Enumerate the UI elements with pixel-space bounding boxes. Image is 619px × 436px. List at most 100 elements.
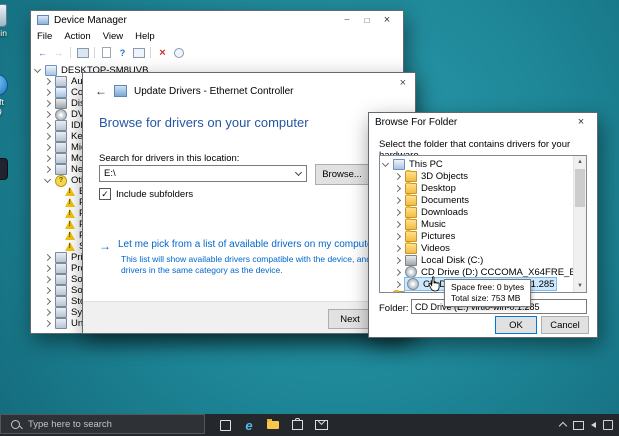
browse-for-folder-titlebar[interactable]: Browse For Folder (369, 113, 597, 131)
usb-icon (55, 318, 67, 329)
store-icon (292, 420, 303, 430)
dialog-title: Update Drivers - Ethernet Controller (134, 86, 294, 97)
desktop-icon-recycle-bin[interactable]: e-Bin (0, 4, 20, 39)
forward-icon[interactable] (52, 47, 65, 59)
task-view-icon (220, 420, 231, 431)
combobox-dropdown-button[interactable] (290, 166, 306, 181)
app-shortcut-icon (0, 74, 8, 96)
search-icon (11, 420, 20, 429)
storage-icon (55, 296, 67, 307)
tree-item[interactable]: Pictures (380, 230, 586, 242)
cancel-button[interactable]: Cancel (541, 316, 589, 334)
taskbar-search[interactable]: Type here to search (0, 414, 205, 434)
menu-view[interactable]: View (97, 31, 129, 42)
tree-item[interactable]: Downloads (380, 206, 586, 218)
display-icon[interactable] (573, 421, 584, 430)
driver-wizard-icon (114, 85, 127, 97)
scan-hardware-icon[interactable] (174, 48, 184, 58)
console-window-icon[interactable] (77, 48, 89, 58)
keyboard-icon (55, 131, 67, 142)
mail-icon (315, 420, 328, 430)
driver-path-value: E:\ (104, 168, 116, 179)
close-button[interactable] (377, 12, 397, 28)
warning-icon (65, 231, 75, 240)
folder-icon (405, 243, 417, 254)
wizard-heading: Browse for drivers on your computer (99, 115, 309, 130)
action-center-icon[interactable] (603, 420, 613, 430)
tree-item[interactable]: Desktop (380, 182, 586, 194)
mail-button[interactable] (309, 414, 333, 436)
back-icon[interactable] (36, 47, 49, 59)
close-button[interactable] (571, 114, 591, 130)
menu-help[interactable]: Help (129, 31, 161, 42)
folder-icon (405, 219, 417, 230)
next-button[interactable]: Next (328, 309, 372, 329)
audio-icon (55, 76, 67, 87)
desktop-icon-dark-app[interactable] (0, 158, 20, 182)
device-manager-titlebar[interactable]: Device Manager (31, 11, 403, 29)
task-view-button[interactable] (213, 414, 237, 436)
tooltip-total-size: Total size: 753 MB (451, 293, 524, 304)
search-placeholder: Type here to search (28, 419, 112, 430)
tree-item[interactable]: Documents (380, 194, 586, 206)
include-subfolders-checkbox[interactable] (99, 188, 111, 200)
warning-icon (65, 209, 75, 218)
tree-item[interactable]: 3D Objects (380, 170, 586, 182)
tree-item[interactable]: Local Disk (C:) (380, 254, 586, 266)
help-icon[interactable] (116, 47, 129, 59)
file-explorer-icon (267, 421, 279, 429)
dark-app-icon (0, 158, 8, 180)
minimize-button[interactable] (337, 12, 357, 28)
chevron-down-icon (294, 169, 301, 176)
scroll-down-icon[interactable]: ▼ (574, 280, 586, 292)
file-explorer-button[interactable] (261, 414, 285, 436)
close-icon[interactable]: × (400, 78, 406, 89)
ok-button[interactable]: OK (495, 316, 537, 334)
scroll-up-icon[interactable]: ▲ (574, 156, 586, 168)
folder-tree: This PC 3D Objects Desktop Documents Dow… (379, 155, 587, 293)
recycle-bin-icon (0, 4, 7, 27)
toolbar (31, 44, 403, 62)
document-icon[interactable] (102, 47, 111, 58)
libraries-icon (393, 291, 405, 294)
toolbar-separator (94, 47, 95, 58)
update-drivers-header: Update Drivers - Ethernet Controller (95, 82, 294, 100)
tree-item[interactable]: Videos (380, 242, 586, 254)
driver-path-combobox[interactable]: E:\ (99, 165, 307, 182)
software-icon (55, 274, 67, 285)
maximize-button[interactable] (357, 12, 377, 28)
local-disk-icon (405, 255, 417, 266)
store-button[interactable] (285, 414, 309, 436)
unknown-device-icon (55, 175, 67, 187)
menu-action[interactable]: Action (58, 31, 96, 42)
tree-scrollbar[interactable]: ▲ ▼ (573, 156, 586, 292)
menu-file[interactable]: File (31, 31, 58, 42)
folder-icon (405, 171, 417, 182)
ide-icon (55, 120, 67, 131)
pick-from-list-description: This list will show available drivers co… (121, 254, 409, 277)
tree-item[interactable]: Music (380, 218, 586, 230)
tree-item[interactable]: This PC (380, 158, 586, 170)
cd-drive-icon (407, 278, 419, 290)
uninstall-icon[interactable] (156, 47, 169, 59)
computer-icon (55, 87, 67, 98)
folder-icon (405, 183, 417, 194)
cd-icon (55, 109, 67, 121)
volume-icon[interactable] (591, 422, 596, 428)
chevron-up-icon[interactable] (559, 422, 567, 430)
system-tray (560, 414, 613, 436)
monitor-icon (55, 153, 67, 164)
pick-from-list-link[interactable]: Let me pick from a list of available dri… (99, 237, 376, 255)
back-button[interactable] (95, 82, 107, 100)
monitor-icon[interactable] (133, 48, 145, 58)
desktop-icon-shortcut[interactable]: soft 19 (0, 74, 20, 118)
mouse-icon (55, 142, 67, 153)
update-drivers-dialog: × Update Drivers - Ethernet Controller B… (82, 72, 416, 334)
edge-button[interactable]: e (237, 414, 261, 436)
scrollbar-thumb[interactable] (575, 169, 585, 207)
browse-button[interactable]: Browse... (315, 164, 369, 185)
tree-item[interactable]: CD Drive (D:) CCCOMA_X64FRE_EN-US_DV9 (380, 266, 586, 278)
printer-icon (55, 252, 67, 263)
warning-icon (65, 187, 75, 196)
warning-icon (65, 242, 75, 251)
